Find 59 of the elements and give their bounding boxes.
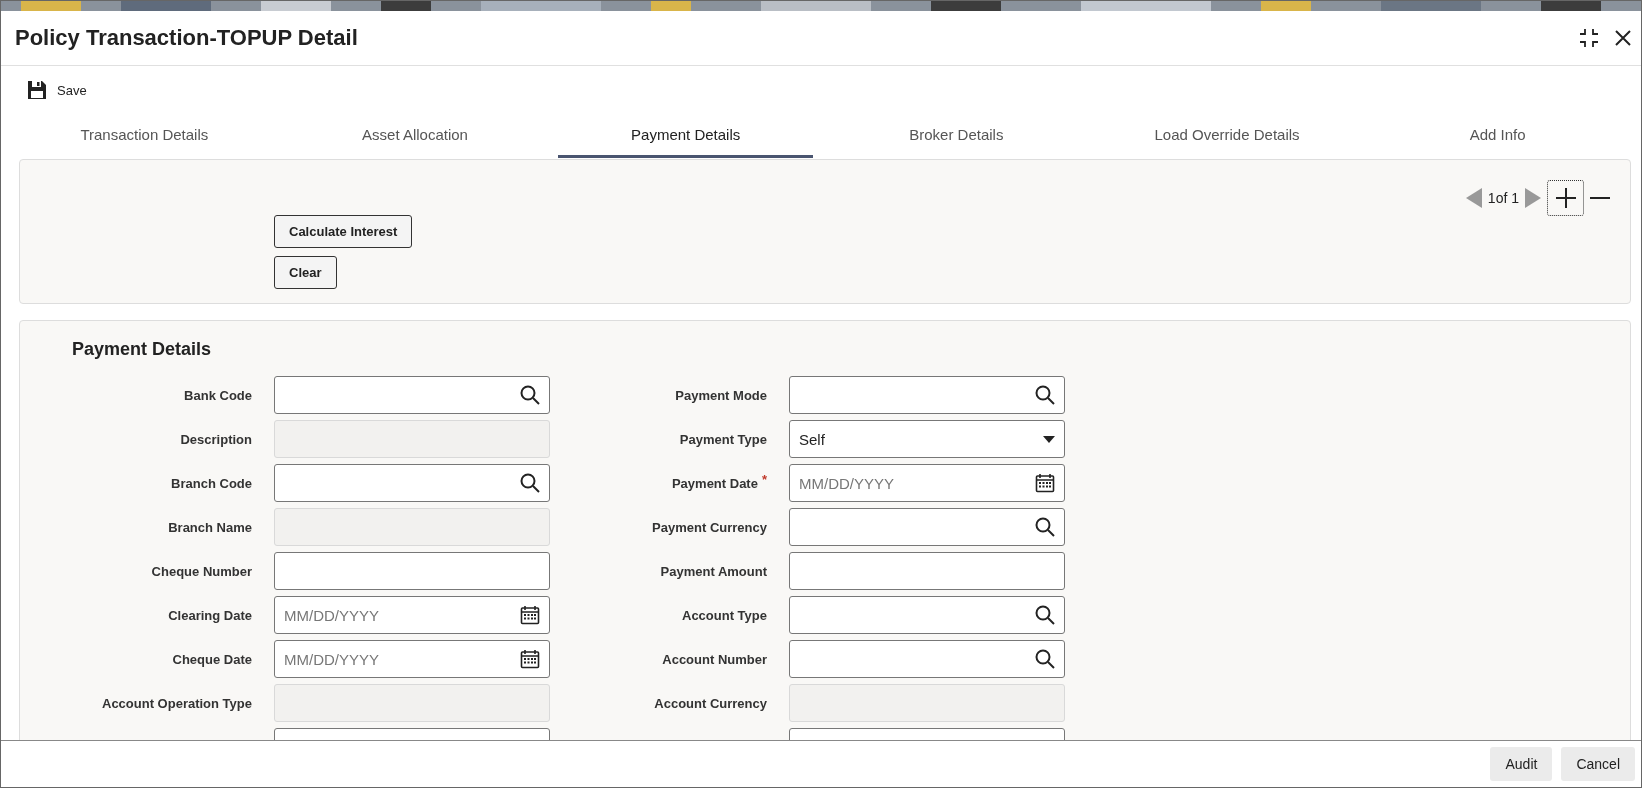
date-field[interactable]: MM/DD/YYYY bbox=[274, 640, 550, 678]
field-label: Payment Date bbox=[671, 475, 758, 491]
field-label: Branch Name bbox=[168, 519, 252, 535]
search-icon[interactable] bbox=[1035, 649, 1055, 669]
next-icon[interactable] bbox=[1525, 188, 1541, 208]
search-icon[interactable] bbox=[520, 385, 540, 405]
field-label: Account Operation Type bbox=[102, 695, 252, 711]
input-field[interactable] bbox=[789, 552, 1065, 590]
plus-icon bbox=[1555, 188, 1576, 208]
lookup-field[interactable] bbox=[789, 640, 1065, 678]
lookup-field[interactable] bbox=[789, 596, 1065, 634]
date-field[interactable]: MM/DD/YYYY bbox=[274, 596, 550, 634]
previous-icon[interactable] bbox=[1465, 188, 1482, 208]
field-label: Cheque Number bbox=[151, 563, 252, 579]
minus-icon[interactable] bbox=[1590, 196, 1610, 200]
close-icon[interactable] bbox=[1615, 30, 1631, 46]
field-label: Payment Mode bbox=[675, 387, 767, 403]
lookup-field[interactable] bbox=[789, 508, 1065, 546]
field-label: Payment Currency bbox=[652, 519, 767, 535]
input-field[interactable] bbox=[274, 552, 550, 590]
calendar-icon[interactable] bbox=[520, 605, 540, 625]
field-label: Payment Amount bbox=[660, 563, 767, 579]
select-field[interactable]: Self bbox=[789, 420, 1065, 458]
search-icon[interactable] bbox=[1035, 517, 1055, 537]
field-label: Bank Code bbox=[184, 387, 252, 403]
search-icon[interactable] bbox=[520, 473, 540, 493]
window-title: Policy Transaction-TOPUP Detail bbox=[15, 25, 359, 51]
field-label: Clearing Date bbox=[168, 607, 252, 623]
caret-icon[interactable] bbox=[1043, 435, 1055, 443]
field-label: Branch Code bbox=[171, 475, 252, 491]
audit-button[interactable]: Audit bbox=[1490, 747, 1553, 781]
tab[interactable]: Asset Allocation bbox=[287, 114, 543, 158]
field-label: Account Type bbox=[682, 607, 767, 623]
lookup-field[interactable] bbox=[274, 376, 550, 414]
field-label: Account Number bbox=[662, 651, 767, 667]
field-label: Payment Type bbox=[679, 431, 767, 447]
search-icon[interactable] bbox=[1035, 605, 1055, 625]
calculate-button[interactable]: Calculate Interest bbox=[274, 215, 413, 248]
tab[interactable]: Transaction Details bbox=[17, 114, 272, 158]
exit-fullscreen-icon[interactable] bbox=[1579, 28, 1599, 48]
field-label: Account Currency bbox=[654, 695, 767, 711]
calendar-icon[interactable] bbox=[1035, 473, 1055, 493]
clear-button[interactable]: Clear bbox=[274, 256, 337, 289]
save-button[interactable]: Save bbox=[27, 80, 87, 100]
section-title: Payment Details bbox=[72, 339, 213, 360]
field-label: Cheque Date bbox=[172, 651, 252, 667]
field-label: Description bbox=[180, 431, 252, 447]
tab[interactable]: Broker Details bbox=[829, 114, 1084, 158]
record-counter: 1of 1 bbox=[1487, 190, 1519, 206]
save-icon bbox=[27, 80, 47, 100]
lookup-field[interactable] bbox=[274, 464, 550, 502]
lookup-field[interactable] bbox=[789, 376, 1065, 414]
tab[interactable]: Add Info bbox=[1370, 114, 1626, 158]
required-mark: * bbox=[761, 472, 767, 487]
calendar-icon[interactable] bbox=[520, 649, 540, 669]
cancel-button[interactable]: Cancel bbox=[1561, 747, 1635, 781]
tab[interactable]: Load Override Details bbox=[1099, 114, 1355, 158]
search-icon[interactable] bbox=[1035, 385, 1055, 405]
date-field[interactable]: MM/DD/YYYY bbox=[789, 464, 1065, 502]
